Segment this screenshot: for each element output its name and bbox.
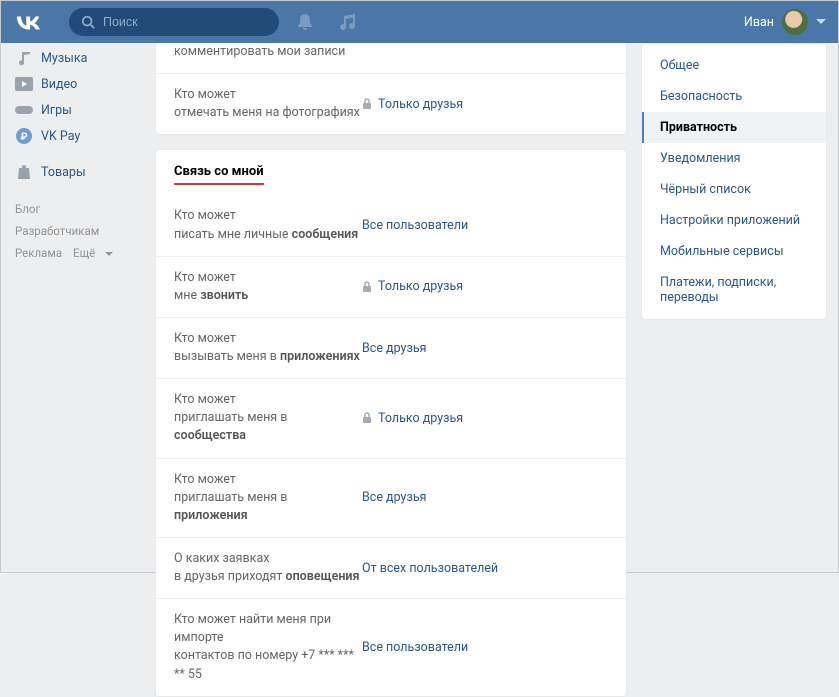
- setting-label: комментировать мои записи: [156, 43, 362, 61]
- setting-value[interactable]: Только друзья: [362, 279, 463, 294]
- setting-value[interactable]: Все друзья: [362, 490, 426, 505]
- right-sidebar: ОбщееБезопасностьПриватностьУведомленияЧ…: [641, 43, 827, 572]
- left-nav-games[interactable]: Игры: [11, 97, 143, 123]
- setting-row: комментировать мои записи: [156, 43, 626, 73]
- music-icon[interactable]: [339, 14, 355, 30]
- setting-label: Кто может отмечать меня на фотографиях: [156, 86, 362, 122]
- settings-nav-item[interactable]: Чёрный список: [642, 174, 826, 205]
- search-icon: [81, 15, 95, 29]
- setting-row: Кто можетвызывать меня в приложенияхВсе …: [156, 317, 626, 378]
- search-input[interactable]: [103, 15, 243, 29]
- setting-row: Кто можетприглашать меня в приложенияВсе…: [156, 458, 626, 537]
- privacy-panel-top: комментировать мои записи Кто может отме…: [155, 43, 627, 135]
- settings-nav-item[interactable]: Настройки приложений: [642, 205, 826, 236]
- main-content: комментировать мои записи Кто может отме…: [155, 43, 627, 572]
- setting-label: Кто можетприглашать меня в сообщества: [156, 391, 362, 445]
- left-nav-goods[interactable]: Товары: [11, 159, 143, 185]
- footer-ads[interactable]: Реклама: [15, 246, 62, 260]
- setting-value[interactable]: Только друзья: [362, 411, 463, 426]
- footer-devs[interactable]: Разработчикам: [15, 224, 99, 238]
- footer-more[interactable]: Ещё: [73, 246, 121, 260]
- setting-row: Кто можетприглашать меня в сообществаТол…: [156, 378, 626, 457]
- lock-icon: [362, 412, 372, 424]
- chevron-down-icon: [105, 252, 113, 257]
- username: Иван: [744, 15, 774, 30]
- bell-icon[interactable]: [297, 13, 313, 31]
- lock-icon: [362, 281, 372, 293]
- settings-nav-item[interactable]: Общее: [642, 50, 826, 81]
- setting-row: Кто можетмне звонитьТолько друзья: [156, 256, 626, 317]
- left-nav-label: VK Pay: [41, 129, 80, 144]
- svg-text:₽: ₽: [20, 132, 27, 143]
- vk-logo[interactable]: [15, 14, 41, 30]
- user-menu[interactable]: Иван: [744, 9, 826, 35]
- setting-label: Кто можетписать мне личные сообщения: [156, 207, 362, 243]
- setting-label: Кто можетвызывать меня в приложениях: [156, 330, 362, 366]
- setting-label: О каких заявкахв друзья приходят оповеще…: [156, 550, 362, 586]
- settings-nav-item[interactable]: Уведомления: [642, 143, 826, 174]
- contact-me-panel: Связь со мной Кто можетписать мне личные…: [155, 149, 627, 696]
- gamepad-icon: [15, 102, 33, 118]
- setting-value[interactable]: Все друзья: [362, 341, 426, 356]
- section-heading: Связь со мной: [156, 150, 626, 195]
- bag-icon: [15, 164, 33, 180]
- setting-row: Кто может найти меня при импортеконтакто…: [156, 598, 626, 696]
- avatar: [782, 9, 808, 35]
- left-sidebar: Музыка Видео Игры ₽ VK Pay Товары Блог Р…: [1, 43, 143, 572]
- left-footer-links: Блог Разработчикам Реклама Ещё: [11, 199, 143, 265]
- left-nav-label: Игры: [41, 103, 72, 118]
- left-nav-label: Товары: [41, 165, 86, 180]
- settings-nav-item[interactable]: Безопасность: [642, 81, 826, 112]
- left-nav-label: Видео: [41, 77, 77, 92]
- footer-blog[interactable]: Блог: [15, 202, 40, 216]
- music-note-icon: [15, 50, 33, 66]
- setting-value[interactable]: От всех пользователей: [362, 561, 498, 576]
- settings-nav-item[interactable]: Приватность: [642, 112, 826, 143]
- setting-value[interactable]: Только друзья: [362, 97, 463, 112]
- lock-icon: [362, 98, 372, 110]
- setting-row: О каких заявкахв друзья приходят оповеще…: [156, 537, 626, 598]
- left-nav-video[interactable]: Видео: [11, 71, 143, 97]
- settings-nav-item[interactable]: Платежи, подписки, переводы: [642, 267, 826, 313]
- search-bar[interactable]: [69, 8, 279, 36]
- left-nav-label: Музыка: [41, 51, 87, 66]
- setting-row: Кто можетписать мне личные сообщенияВсе …: [156, 195, 626, 255]
- left-nav-vkpay[interactable]: ₽ VK Pay: [11, 123, 143, 149]
- vkpay-icon: ₽: [15, 128, 33, 144]
- settings-nav-item[interactable]: Мобильные сервисы: [642, 236, 826, 267]
- top-header: Иван: [1, 1, 838, 43]
- setting-label: Кто может найти меня при импортеконтакто…: [156, 611, 362, 684]
- chevron-down-icon: [816, 19, 826, 25]
- video-icon: [15, 76, 33, 92]
- setting-label: Кто можетмне звонить: [156, 269, 362, 305]
- setting-row: Кто может отмечать меня на фотографиях Т…: [156, 73, 626, 134]
- setting-value[interactable]: Все пользователи: [362, 218, 468, 233]
- left-nav-music[interactable]: Музыка: [11, 45, 143, 71]
- setting-label: Кто можетприглашать меня в приложения: [156, 471, 362, 525]
- settings-nav: ОбщееБезопасностьПриватностьУведомленияЧ…: [641, 43, 827, 320]
- setting-value[interactable]: Все пользователи: [362, 640, 468, 655]
